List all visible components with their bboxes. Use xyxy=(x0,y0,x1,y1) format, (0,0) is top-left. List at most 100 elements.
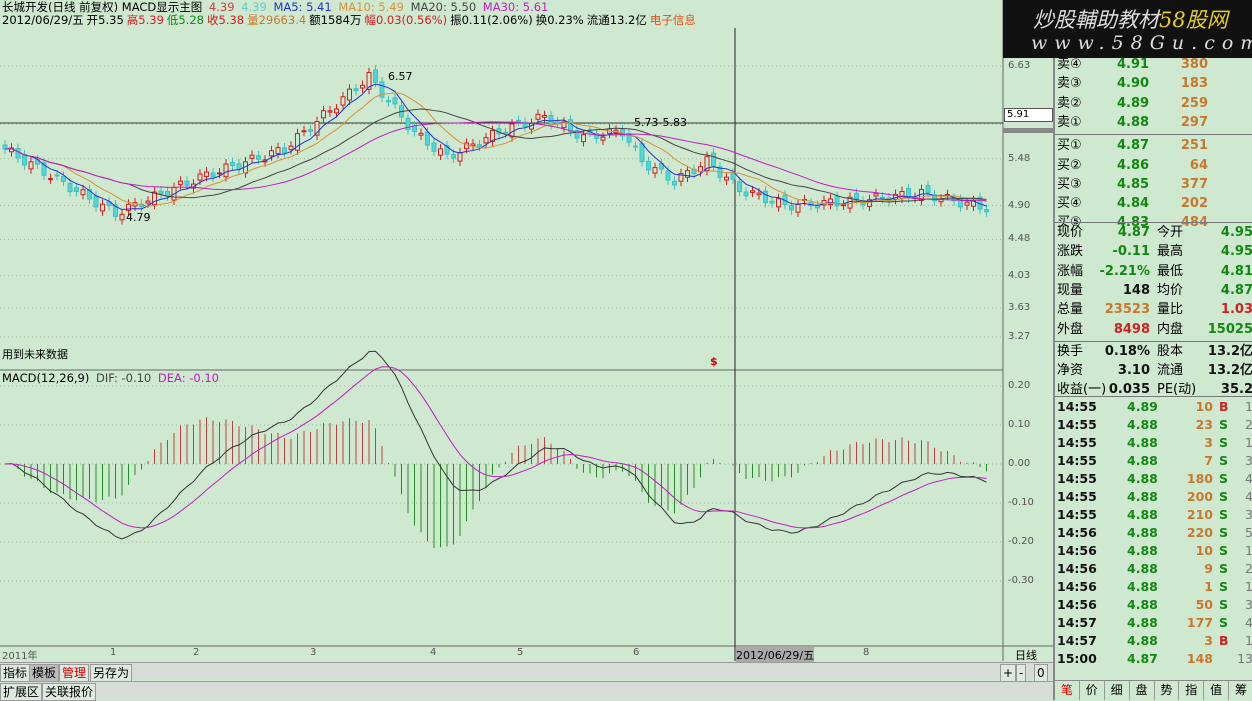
zoom-in-button[interactable]: + xyxy=(1000,664,1017,682)
candle xyxy=(418,132,424,136)
tick-volume: 148 xyxy=(1186,651,1213,666)
year-label: 2011年 xyxy=(2,651,38,662)
quote-tab[interactable]: 势 xyxy=(1155,681,1180,700)
tick-row: 14:55 4.88 3 S 1 xyxy=(1057,434,1252,452)
stat-label: 今开 xyxy=(1157,225,1184,240)
tick-price: 4.89 xyxy=(1127,399,1158,414)
candle xyxy=(184,180,190,186)
quote-tab[interactable]: 筹 xyxy=(1229,681,1252,700)
candle xyxy=(145,200,151,204)
kline-chart[interactable] xyxy=(0,0,1053,661)
save-as-button[interactable]: 另存为 xyxy=(90,664,133,682)
cursor-date: 2012/06/29/五 xyxy=(736,647,815,663)
stat-label: 换手 xyxy=(1057,343,1084,359)
month-label: 8 xyxy=(863,647,870,658)
month-label: 3 xyxy=(310,647,317,658)
chart-header-line2: 2012/06/29/五 开5.35 高5.39 低5.28 收5.38 量29663.4… xyxy=(2,13,699,27)
candle xyxy=(542,115,547,118)
stat-value: 4.81 xyxy=(1220,263,1252,279)
stat-label: 最高 xyxy=(1157,244,1184,260)
tick-volume: 10 xyxy=(1195,543,1213,558)
price-axis-label: 4.90 xyxy=(1008,199,1031,211)
ask-level[interactable]: 卖③ 4.90 183 xyxy=(1057,74,1252,93)
bar-turnover: 换0.23% xyxy=(535,13,584,27)
candle xyxy=(639,143,645,163)
related-quotes-tab[interactable]: 关联报价 xyxy=(42,683,97,701)
candle xyxy=(730,172,736,180)
bid-level[interactable]: 买③ 4.85 377 xyxy=(1057,175,1252,194)
month-label: 4 xyxy=(430,647,437,658)
candle xyxy=(334,108,339,114)
quote-tab[interactable]: 价 xyxy=(1080,681,1105,700)
bid-level[interactable]: 买② 4.86 64 xyxy=(1057,156,1252,175)
tick-volume: 1 xyxy=(1204,579,1213,594)
tick-time: 14:55 xyxy=(1057,417,1097,432)
tick-volume: 3 xyxy=(1204,435,1213,450)
manage-button[interactable]: 管理 xyxy=(59,664,90,682)
candle xyxy=(282,147,287,154)
tick-side: S xyxy=(1219,597,1229,612)
level-volume: 64 xyxy=(1189,157,1208,173)
extension-area-tab[interactable]: 扩展区 xyxy=(0,683,43,701)
tick-time: 14:56 xyxy=(1057,579,1097,594)
candle xyxy=(756,192,762,196)
stat-label: 最低 xyxy=(1157,263,1184,279)
candle xyxy=(373,69,378,83)
candle xyxy=(743,191,749,197)
stat-value: 8498 xyxy=(1113,321,1150,337)
candle xyxy=(769,200,775,204)
bid-level[interactable]: 买④ 4.84 202 xyxy=(1057,194,1252,213)
level-label: 卖② xyxy=(1057,95,1082,111)
candle xyxy=(535,113,541,120)
tick-side: S xyxy=(1219,417,1229,432)
candle xyxy=(789,205,794,211)
quote-tab[interactable]: 笔 xyxy=(1055,681,1080,700)
zoom-out-button[interactable]: - xyxy=(1016,664,1027,682)
ask-level[interactable]: 卖① 4.88 297 xyxy=(1057,113,1252,132)
tick-volume: 9 xyxy=(1204,561,1213,576)
stat-label: 净资 xyxy=(1057,363,1084,379)
bar-open: 开5.35 xyxy=(86,13,124,27)
template-button[interactable]: 模板 xyxy=(29,664,60,682)
tick-volume: 3 xyxy=(1204,633,1213,648)
quote-tab[interactable]: 盘 xyxy=(1130,681,1155,700)
stat-value: 4.87 xyxy=(1117,225,1150,240)
candle xyxy=(386,99,391,103)
ask-level[interactable]: 卖② 4.89 259 xyxy=(1057,94,1252,113)
tick-volume: 10 xyxy=(1195,399,1213,414)
candle xyxy=(600,136,606,141)
bid-level[interactable]: 买① 4.87 251 xyxy=(1057,136,1252,155)
quote-tab[interactable]: 指 xyxy=(1179,681,1205,700)
stat-label: 内盘 xyxy=(1157,321,1184,337)
peak-label: 6.57 xyxy=(388,70,413,83)
quote-tab[interactable]: 细 xyxy=(1105,681,1130,700)
period-label[interactable]: 日线 xyxy=(1015,647,1037,663)
bar-date: 2012/06/29/五 xyxy=(2,13,84,27)
stat-row: 外盘 8498 内盘 15025 xyxy=(1057,320,1252,339)
stat-label: 涨跌 xyxy=(1057,244,1084,260)
ma-value: 4.39 xyxy=(241,0,267,14)
bar-low: 低5.28 xyxy=(166,13,204,27)
price-axis-label: 6.63 xyxy=(1008,60,1031,71)
tick-time: 14:56 xyxy=(1057,543,1097,558)
tick-price: 4.88 xyxy=(1127,597,1158,612)
tick-count: 4 xyxy=(1245,471,1252,486)
tick-count: 3 xyxy=(1245,597,1252,612)
candle xyxy=(28,161,34,170)
zoom-reset-button[interactable]: 0 xyxy=(1034,664,1048,682)
price-axis-label: 3.27 xyxy=(1008,330,1031,342)
sector-link[interactable]: 电子信息 xyxy=(650,13,696,27)
tick-time: 14:56 xyxy=(1057,525,1097,540)
tick-price: 4.88 xyxy=(1127,453,1158,468)
stat-value: 148 xyxy=(1122,282,1150,298)
macd-axis-label: 0.20 xyxy=(1008,380,1031,391)
stat-label: 现价 xyxy=(1057,225,1084,240)
tick-price: 4.88 xyxy=(1127,525,1158,540)
quote-tab[interactable]: 值 xyxy=(1204,681,1230,700)
indicator-button[interactable]: 指标 xyxy=(0,664,31,682)
candle xyxy=(477,144,482,147)
bar-close: 收5.38 xyxy=(207,13,245,27)
macd-axis-label: 0.10 xyxy=(1008,419,1031,430)
current-price-marker: 5.91 xyxy=(1004,108,1053,122)
level-price: 4.86 xyxy=(1117,157,1150,173)
